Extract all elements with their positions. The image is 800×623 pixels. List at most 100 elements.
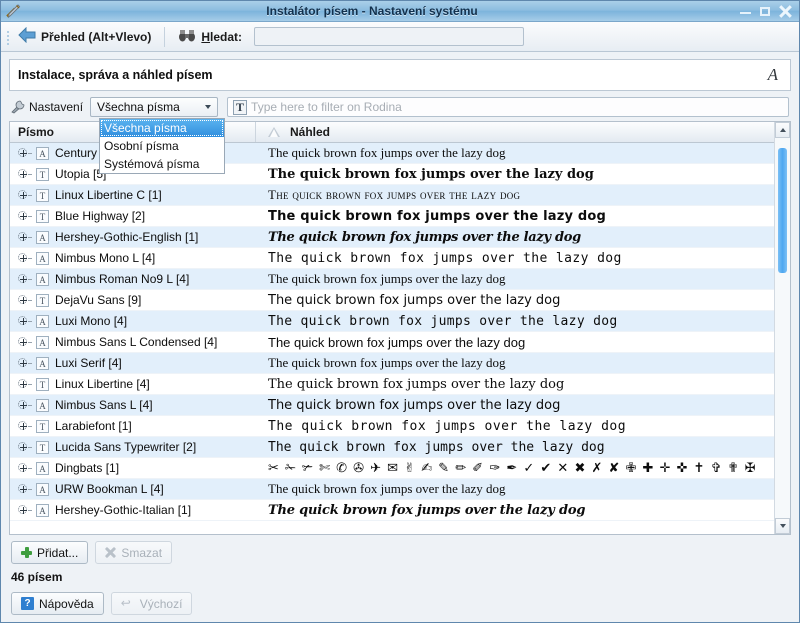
overview-back-button[interactable]: Přehled (Alt+Vlevo) <box>12 25 157 48</box>
font-preview-cell: The quick brown fox jumps over the lazy … <box>268 250 622 266</box>
font-preview-cell: The quick brown fox jumps over the lazy … <box>268 439 605 455</box>
italic-a-icon: A <box>767 65 778 84</box>
font-preview-cell: The quick brown fox jumps over the lazy … <box>268 376 565 392</box>
wrench-icon <box>11 100 27 114</box>
font-name-cell: A URW Bookman L [4] <box>10 482 256 496</box>
column-header-preview-label: Náhled <box>290 125 331 139</box>
plus-icon <box>21 547 32 558</box>
font-name-cell: A Hershey-Gothic-Italian [1] <box>10 503 256 517</box>
table-row[interactable]: A Dingbats [1] ✂ ✁ ✃ ✄ ✆ ✇ ✈ ✉ ✌ ✍ ✎ ✏ ✐ ✑… <box>10 458 790 479</box>
expand-icon[interactable] <box>18 483 32 495</box>
expand-icon[interactable] <box>18 462 32 474</box>
font-preview-cell: The quick brown fox jumps over the lazy … <box>268 313 618 329</box>
expand-icon[interactable] <box>18 420 32 432</box>
table-row[interactable]: A Nimbus Mono L [4] The quick brown fox ju… <box>10 248 790 269</box>
close-button[interactable] <box>779 4 792 18</box>
font-type-icon: T <box>36 293 49 307</box>
font-installer-window: Instalátor písem - Nastavení systému Pře… <box>0 0 800 623</box>
vertical-scrollbar[interactable] <box>774 122 790 534</box>
font-name-cell: A Nimbus Roman No9 L [4] <box>10 272 256 286</box>
table-row[interactable]: T Larabiefont [1] The quick brown fox jump… <box>10 416 790 437</box>
font-type-icon: A <box>36 398 49 412</box>
font-type-icon: A <box>36 356 49 370</box>
scrollbar-track[interactable] <box>775 138 790 518</box>
defaults-label: Výchozí <box>139 596 183 611</box>
font-name-label: Blue Highway [2] <box>55 209 146 223</box>
expand-icon[interactable] <box>18 147 32 159</box>
font-scope-value: Všechna písma <box>97 100 180 114</box>
scrollbar-thumb[interactable] <box>778 148 787 273</box>
back-arrow-icon <box>18 26 36 46</box>
table-row[interactable]: T Lucida Sans Typewriter [2] The quick bro… <box>10 437 790 458</box>
font-name-label: Linux Libertine [4] <box>55 377 150 391</box>
expand-icon[interactable] <box>18 399 32 411</box>
expand-icon[interactable] <box>18 189 32 201</box>
table-row[interactable]: A URW Bookman L [4] The quick brown fox ju… <box>10 479 790 500</box>
scroll-up-icon[interactable] <box>775 122 790 138</box>
dropdown-option[interactable]: Systémová písma <box>100 155 224 173</box>
expand-icon[interactable] <box>18 378 32 390</box>
font-type-icon: T <box>36 188 49 202</box>
font-preview-cell: The quick brown fox jumps over the lazy … <box>268 187 521 202</box>
font-name-cell: A Nimbus Sans L [4] <box>10 398 256 412</box>
font-type-icon: A <box>36 146 49 160</box>
font-scope-combobox[interactable]: Všechna písma <box>90 97 219 117</box>
font-name-cell: T DejaVu Sans [9] <box>10 293 256 307</box>
column-header-preview[interactable]: Náhled <box>256 125 790 139</box>
expand-icon[interactable] <box>18 231 32 243</box>
search-input[interactable] <box>254 27 525 46</box>
table-row[interactable]: T DejaVu Sans [9] The quick brown fox jump… <box>10 290 790 311</box>
delete-font-button[interactable]: Smazat <box>95 541 173 564</box>
font-name-label: Nimbus Sans L Condensed [4] <box>55 335 218 349</box>
font-preview-cell: The quick brown fox jumps over the lazy … <box>268 355 506 370</box>
table-row[interactable]: T Linux Libertine C [1] The quick brown fo… <box>10 185 790 206</box>
table-row[interactable]: T Blue Highway [2] The quick brown fox jum… <box>10 206 790 227</box>
family-filter-field[interactable]: T Type here to filter on Rodina <box>227 97 789 117</box>
expand-icon[interactable] <box>18 336 32 348</box>
font-name-cell: T Blue Highway [2] <box>10 209 256 223</box>
dropdown-option[interactable]: Všechna písma <box>100 119 224 137</box>
scroll-down-icon[interactable] <box>775 518 790 534</box>
settings-label: Nastavení <box>29 100 84 114</box>
chevron-down-icon <box>205 105 212 109</box>
font-type-icon: T <box>36 377 49 391</box>
table-row[interactable]: T Linux Libertine [4] The quick brown fox … <box>10 374 790 395</box>
help-button[interactable]: ? Nápověda <box>11 592 104 615</box>
table-row[interactable]: A Nimbus Sans L [4] The quick brown fox ju… <box>10 395 790 416</box>
table-row[interactable]: A Hershey-Gothic-Italian [1] The quick bro… <box>10 500 790 521</box>
expand-icon[interactable] <box>18 168 32 180</box>
font-name-cell: A Nimbus Sans L Condensed [4] <box>10 335 256 349</box>
font-preview-cell: The quick brown fox jumps over the lazy … <box>268 502 586 518</box>
overview-back-label: Přehled (Alt+Vlevo) <box>41 29 152 44</box>
toolbar-grip[interactable] <box>4 26 12 48</box>
binoculars-icon <box>178 27 196 46</box>
table-row[interactable]: A Luxi Serif [4] The quick brown fox jumps… <box>10 353 790 374</box>
dropdown-option[interactable]: Osobní písma <box>100 137 224 155</box>
table-row[interactable]: A Luxi Mono [4] The quick brown fox jumps … <box>10 311 790 332</box>
minimize-button[interactable] <box>739 5 752 18</box>
defaults-button[interactable]: ↩ Výchozí <box>110 592 193 615</box>
expand-icon[interactable] <box>18 252 32 264</box>
x-icon <box>105 546 117 559</box>
expand-icon[interactable] <box>18 294 32 306</box>
table-row[interactable]: A Nimbus Sans L Condensed [4] The quick br… <box>10 332 790 353</box>
font-name-label: Luxi Serif [4] <box>55 356 122 370</box>
expand-icon[interactable] <box>18 315 32 327</box>
maximize-button[interactable] <box>759 5 772 18</box>
font-name-label: Luxi Mono [4] <box>55 314 128 328</box>
font-preview-cell: The quick brown fox jumps over the lazy … <box>268 481 506 496</box>
expand-icon[interactable] <box>18 357 32 369</box>
expand-icon[interactable] <box>18 273 32 285</box>
table-row[interactable]: A Nimbus Roman No9 L [4] The quick brown f… <box>10 269 790 290</box>
expand-icon[interactable] <box>18 441 32 453</box>
table-row[interactable]: A Hershey-Gothic-English [1] The quick bro… <box>10 227 790 248</box>
font-preview-cell: The quick brown fox jumps over the lazy … <box>268 271 506 286</box>
expand-icon[interactable] <box>18 210 32 222</box>
expand-icon[interactable] <box>18 504 32 516</box>
add-font-button[interactable]: Přidat... <box>11 541 89 564</box>
font-preview-cell: The quick brown fox jumps over the lazy … <box>268 166 594 182</box>
font-scope-dropdown[interactable]: Všechna písma Osobní písma Systémová písma <box>99 118 225 174</box>
font-action-buttons: Přidat... Smazat <box>1 535 799 564</box>
font-name-cell: A Luxi Mono [4] <box>10 314 256 328</box>
font-name-label: Linux Libertine C [1] <box>55 188 162 202</box>
